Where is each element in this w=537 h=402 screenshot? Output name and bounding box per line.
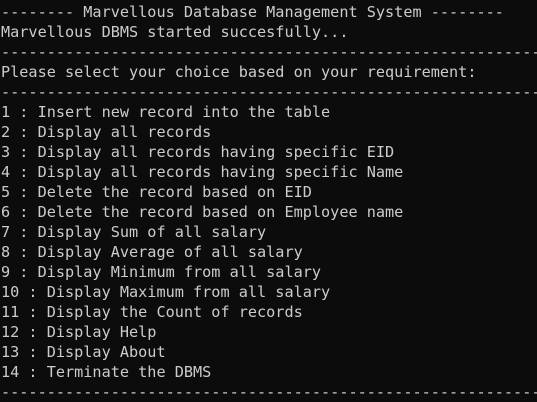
- menu-item-display-all: 2 : Display all records: [1, 123, 212, 141]
- menu-item-maximum-salary: 10 : Display Maximum from all salary: [1, 283, 331, 301]
- status-message: Marvellous DBMS started succesfully...: [1, 23, 349, 41]
- menu-item-display-by-eid: 3 : Display all records having specific …: [1, 143, 395, 161]
- menu-item-display-by-name: 4 : Display all records having specific …: [1, 163, 404, 181]
- menu-item-terminate: 14 : Terminate the DBMS: [1, 363, 212, 381]
- menu-item-count-records: 11 : Display the Count of records: [1, 303, 303, 321]
- menu-item-delete-by-eid: 5 : Delete the record based on EID: [1, 183, 312, 201]
- app-header-line: -------- Marvellous Database Management …: [1, 3, 504, 21]
- menu-item-insert: 1 : Insert new record into the table: [1, 103, 331, 121]
- menu-list: 1 : Insert new record into the table 2 :…: [1, 102, 537, 382]
- menu-item-minimum-salary: 9 : Display Minimum from all salary: [1, 263, 322, 281]
- menu-item-delete-by-name: 6 : Delete the record based on Employee …: [1, 203, 404, 221]
- menu-item-help: 12 : Display Help: [1, 323, 157, 341]
- separator-line-3: ----------------------------------------…: [1, 383, 537, 401]
- prompt-message: Please select your choice based on your …: [1, 63, 477, 81]
- menu-item-average-salary: 8 : Display Average of all salary: [1, 243, 303, 261]
- separator-line-2: ----------------------------------------…: [1, 83, 537, 101]
- separator-line-1: ----------------------------------------…: [1, 43, 537, 61]
- menu-item-sum-salary: 7 : Display Sum of all salary: [1, 223, 267, 241]
- menu-item-about: 13 : Display About: [1, 343, 166, 361]
- console-window: -------- Marvellous Database Management …: [0, 0, 537, 402]
